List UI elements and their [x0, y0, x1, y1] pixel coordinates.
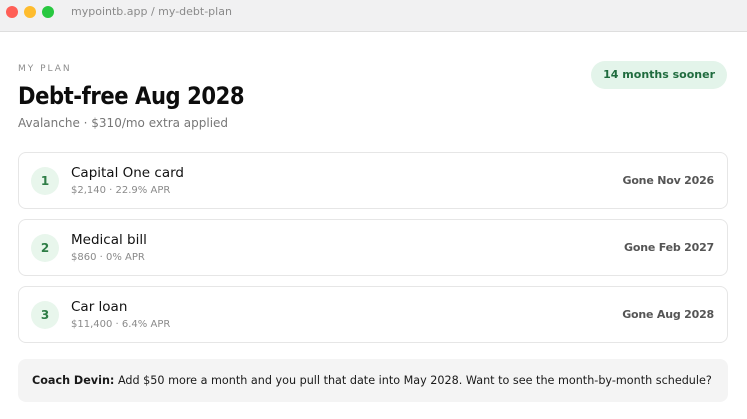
zoom-window-icon[interactable]: [42, 6, 54, 18]
minimize-window-icon[interactable]: [24, 6, 36, 18]
debt-balance-apr: $2,140 · 22.9% APR: [71, 185, 171, 196]
months-sooner-badge: 14 months sooner: [591, 61, 727, 89]
debt-card[interactable]: 3 Car loan $11,400 · 6.4% APR Gone Aug 2…: [18, 286, 728, 343]
debt-payoff-date: Gone Aug 2028: [622, 308, 714, 321]
coach-message-panel: Coach Devin: Add $50 more a month and yo…: [18, 359, 728, 402]
debt-name: Capital One card: [71, 165, 184, 181]
address-bar[interactable]: mypointb.app / my-debt-plan: [71, 5, 232, 18]
debt-name: Medical bill: [71, 232, 147, 248]
close-window-icon[interactable]: [6, 6, 18, 18]
coach-message: Add $50 more a month and you pull that d…: [117, 374, 712, 387]
debt-name: Car loan: [71, 299, 128, 315]
plan-strategy-subtitle: Avalanche · $310/mo extra applied: [18, 116, 229, 130]
section-eyebrow: MY PLAN: [18, 64, 72, 74]
page-title: Debt-free Aug 2028: [18, 82, 245, 110]
debt-balance-apr: $11,400 · 6.4% APR: [71, 319, 171, 330]
debt-balance-apr: $860 · 0% APR: [71, 252, 145, 263]
debt-payoff-date: Gone Nov 2026: [622, 174, 715, 187]
window-titlebar: mypointb.app / my-debt-plan: [0, 0, 747, 32]
debt-rank-badge: 2: [31, 234, 59, 262]
debt-payoff-date: Gone Feb 2027: [624, 241, 714, 254]
debt-rank-badge: 3: [31, 301, 59, 329]
debt-rank-badge: 1: [31, 167, 59, 195]
debt-card[interactable]: 2 Medical bill $860 · 0% APR Gone Feb 20…: [18, 219, 728, 276]
coach-name: Coach Devin:: [32, 374, 115, 387]
debt-card[interactable]: 1 Capital One card $2,140 · 22.9% APR Go…: [18, 152, 728, 209]
